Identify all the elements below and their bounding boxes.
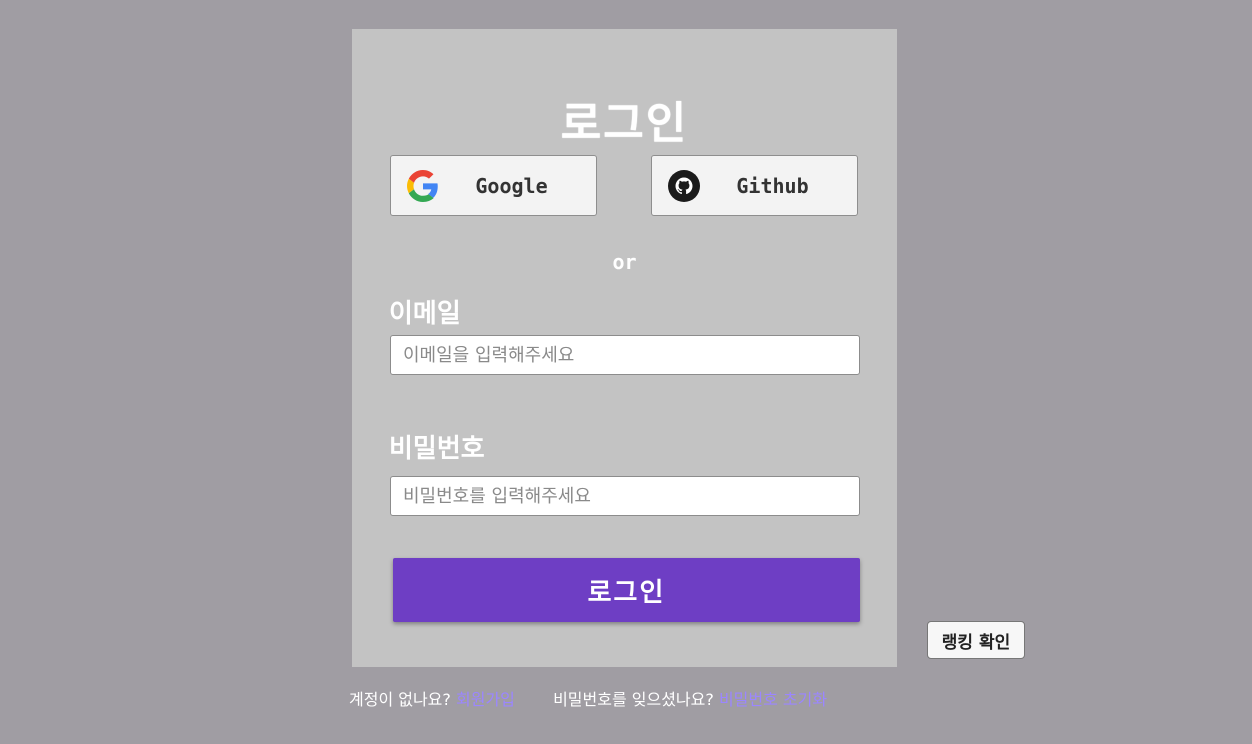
page-title: 로그인: [560, 98, 689, 149]
or-divider: or: [612, 250, 637, 274]
google-label: Google: [475, 174, 548, 198]
github-login-button[interactable]: Github: [651, 155, 858, 216]
signup-link[interactable]: 회원가입: [456, 690, 515, 709]
ranking-button[interactable]: 랭킹 확인: [927, 621, 1025, 659]
footer: 계정이 없나요? 회원가입 비밀번호를 잊으셨나요? 비밀번호 초기화: [349, 686, 827, 710]
no-account-text: 계정이 없나요?: [349, 690, 451, 709]
login-button[interactable]: 로그인: [393, 558, 860, 622]
password-label: 비밀번호: [389, 434, 485, 464]
google-login-button[interactable]: Google: [390, 155, 597, 216]
github-label: Github: [736, 174, 809, 198]
email-label: 이메일: [389, 299, 461, 329]
reset-password-link[interactable]: 비밀번호 초기화: [719, 690, 827, 709]
forgot-password-text: 비밀번호를 잊으셨나요?: [553, 690, 714, 709]
email-input[interactable]: [390, 335, 860, 375]
password-input[interactable]: [390, 476, 860, 516]
